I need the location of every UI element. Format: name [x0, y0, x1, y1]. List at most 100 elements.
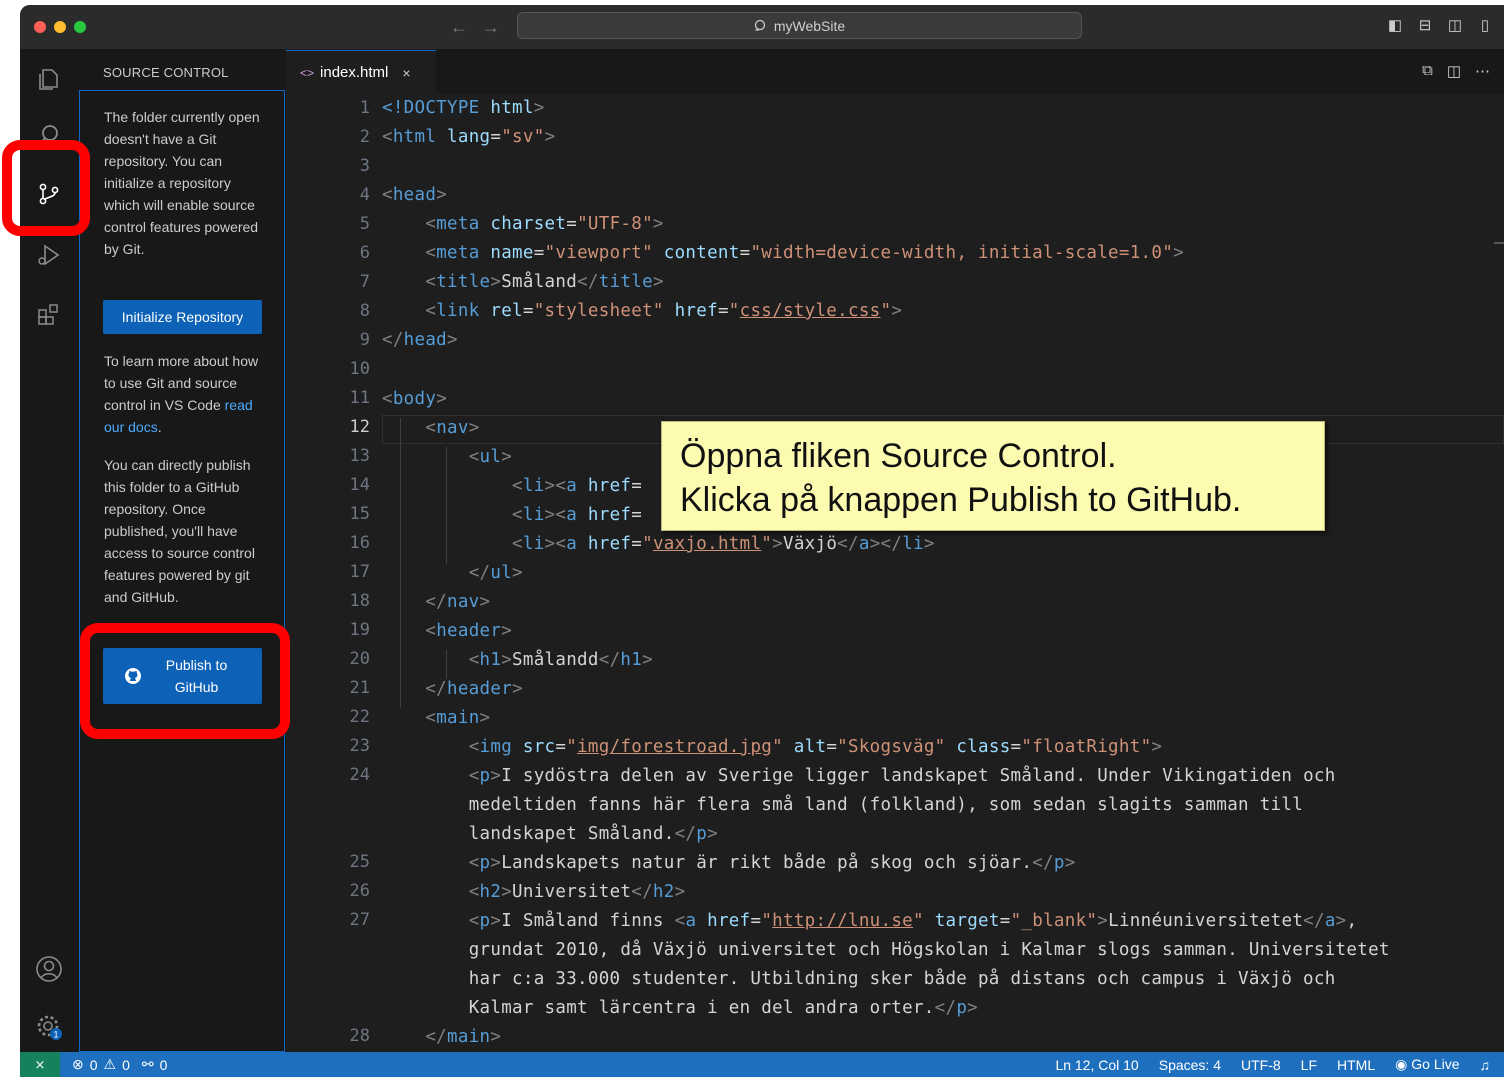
line-number: 25 — [349, 852, 370, 872]
remote-indicator[interactable]: ⨯ — [20, 1052, 60, 1077]
back-arrow-icon[interactable]: ← — [450, 17, 468, 38]
learn-more-message: To learn more about how to use Git and s… — [104, 350, 264, 438]
run-debug-icon[interactable] — [32, 238, 66, 272]
vscode-window: ← → myWebSite ◧ ⊟ ◫ ▯ 1 SOURCE CONTROL T… — [20, 5, 1504, 1077]
broadcast-icon: ◉ — [1395, 1056, 1412, 1072]
line-number: 27 — [349, 910, 370, 930]
language-mode[interactable]: HTML — [1337, 1057, 1375, 1073]
line-number — [310, 819, 370, 848]
cursor-position[interactable]: Ln 12, Col 10 — [1055, 1057, 1138, 1073]
line-number: 8 — [359, 301, 370, 321]
code-line-19: <header> — [425, 621, 513, 641]
title-bar: ← → myWebSite ◧ ⊟ ◫ ▯ — [20, 5, 1504, 50]
code-line-22: <main> — [425, 708, 491, 728]
toggle-panel-icon[interactable]: ⊟ — [1416, 17, 1434, 35]
ports-icon: ⚯ — [141, 1056, 154, 1072]
code-line-8: <link rel="stylesheet" href="css/style.c… — [425, 301, 903, 321]
end-of-line[interactable]: LF — [1301, 1057, 1317, 1073]
line-number: 19 — [349, 620, 370, 640]
highlight-source-control-tab — [2, 140, 90, 236]
code-line-24-wrap-1: medeltiden fanns här flera små land (fol… — [468, 795, 1304, 815]
settings-gear-icon[interactable]: 1 — [32, 1010, 66, 1044]
code-line-4: <head> — [382, 185, 448, 205]
line-number: 6 — [359, 243, 370, 263]
instruction-callout: Öppna fliken Source Control. Klicka på k… — [661, 421, 1325, 531]
code-line-27: <p>I Småland finns <a href="http://lnu.s… — [468, 911, 1358, 931]
line-number: 7 — [359, 272, 370, 292]
open-preview-icon[interactable]: ⧉ — [1422, 62, 1433, 80]
tab-label: index.html — [320, 64, 389, 81]
customize-layout-icon[interactable]: ▯ — [1476, 17, 1494, 35]
highlight-publish-button — [80, 623, 290, 739]
code-line-9: </head> — [382, 330, 458, 350]
go-live-label: Go Live — [1411, 1056, 1460, 1072]
warning-icon: ⚠ — [103, 1056, 117, 1072]
line-number: 2 — [359, 127, 370, 147]
toggle-secondary-sidebar-icon[interactable]: ◫ — [1446, 17, 1464, 35]
zoom-window-button[interactable] — [74, 21, 86, 33]
minimize-window-button[interactable] — [54, 21, 66, 33]
warning-count: 0 — [122, 1056, 130, 1073]
line-number: 18 — [349, 591, 370, 611]
notifications-bell-icon[interactable]: ♫ — [1480, 1057, 1491, 1073]
line-number: 22 — [349, 707, 370, 727]
code-line-12: <nav> — [425, 418, 480, 438]
problems-indicator[interactable]: ⊗ 0 ⚠ 0 — [72, 1056, 130, 1073]
search-icon — [754, 19, 765, 31]
code-editor[interactable]: 1 2 3 4 5 6 7 8 9 10 11 12 13 14 15 16 17 18 19 20 21 22 23 24 2… — [286, 94, 1504, 1052]
line-number: 14 — [349, 475, 370, 495]
code-line-24: <p>I sydöstra delen av Sverige ligger la… — [468, 766, 1336, 786]
line-number: 15 — [349, 504, 370, 524]
callout-line-2: Klicka på knappen Publish to GitHub. — [680, 481, 1242, 519]
learn-more-suffix: . — [157, 419, 162, 435]
line-number: 24 — [349, 765, 370, 785]
code-line-7: <title>Småland</title> — [425, 272, 664, 292]
line-number — [310, 790, 370, 819]
error-count: 0 — [89, 1056, 98, 1073]
toggle-primary-sidebar-icon[interactable]: ◧ — [1386, 17, 1404, 35]
code-line-13: <ul> — [468, 447, 513, 467]
line-number: 23 — [349, 736, 370, 756]
ports-indicator[interactable]: ⚯ 0 — [142, 1056, 168, 1073]
code-line-27-wrap-3: Kalmar samt lärcentra i en del andra ort… — [468, 998, 978, 1018]
indentation[interactable]: Spaces: 4 — [1159, 1057, 1221, 1073]
source-control-panel: The folder currently open doesn't have a… — [79, 90, 285, 1052]
code-line-28: </main> — [425, 1027, 502, 1047]
code-line-23: <img src="img/forestroad.jpg" alt="Skogs… — [468, 737, 1163, 757]
encoding[interactable]: UTF-8 — [1241, 1057, 1281, 1073]
split-editor-icon[interactable]: ◫ — [1447, 62, 1461, 80]
tab-index-html[interactable]: <> index.html × — [286, 50, 436, 94]
line-number: 26 — [349, 881, 370, 901]
code-line-17: </ul> — [468, 563, 523, 583]
sidebar-title: SOURCE CONTROL — [103, 65, 229, 80]
editor-actions: ⧉ ◫ ⋯ — [1422, 62, 1490, 80]
callout-line-1: Öppna fliken Source Control. — [680, 437, 1117, 475]
code-line-6: <meta name="viewport" content="width=dev… — [425, 243, 1184, 263]
code-line-16: <li><a href="vaxjo.html">Växjö</a></li> — [512, 534, 935, 554]
line-number: 11 — [349, 388, 370, 408]
settings-badge: 1 — [53, 1030, 58, 1040]
initialize-repository-button[interactable]: Initialize Repository — [103, 300, 262, 334]
code-line-20: <h1>Smålandd</h1> — [468, 650, 653, 670]
extensions-icon[interactable] — [32, 298, 66, 332]
account-icon[interactable] — [32, 952, 66, 986]
code-line-2: <html lang="sv"> — [382, 127, 556, 147]
explorer-icon[interactable] — [32, 62, 66, 96]
code-line-21: </header> — [425, 679, 523, 699]
code-line-15: <li><a href= — [512, 505, 643, 525]
close-tab-icon[interactable]: × — [402, 65, 410, 81]
more-actions-icon[interactable]: ⋯ — [1475, 62, 1490, 80]
editor-tab-bar: <> index.html × ⧉ ◫ ⋯ — [286, 50, 1504, 95]
line-number: 12 — [349, 417, 370, 437]
line-number: 5 — [359, 214, 370, 234]
forward-arrow-icon[interactable]: → — [482, 17, 500, 38]
layout-controls: ◧ ⊟ ◫ ▯ — [1386, 17, 1494, 35]
error-icon: ⊗ — [72, 1056, 84, 1072]
code-line-18: </nav> — [425, 592, 491, 612]
status-bar: ⨯ ⊗ 0 ⚠ 0 ⚯ 0 Ln 12, Col 10 Spaces: 4 UTF-8… — [20, 1052, 1504, 1077]
line-number: 9 — [359, 330, 370, 350]
close-window-button[interactable] — [34, 21, 46, 33]
command-center-search[interactable]: myWebSite — [517, 12, 1082, 39]
go-live-button[interactable]: ◉ Go Live — [1395, 1056, 1459, 1073]
code-line-14: <li><a href= — [512, 476, 643, 496]
